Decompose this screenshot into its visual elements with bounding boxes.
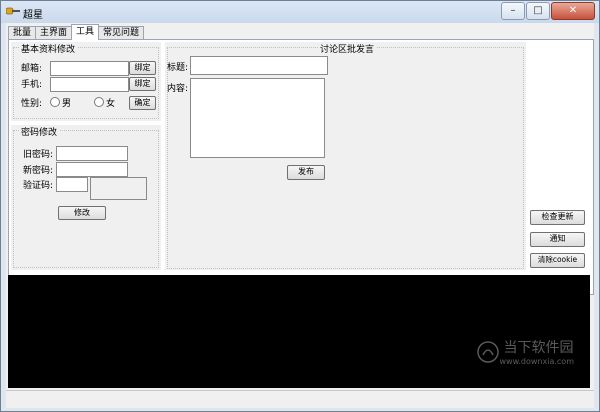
new-password-label: 新密码: <box>23 166 54 176</box>
phone-bind-button[interactable]: 绑定 <box>129 77 156 91</box>
forum-content-textarea[interactable] <box>190 78 325 158</box>
watermark-logo-icon <box>477 340 500 363</box>
male-radio[interactable] <box>50 97 60 107</box>
notice-button[interactable]: 通知 <box>530 232 585 247</box>
forum-group-title: 讨论区批发言 <box>318 42 377 55</box>
tab-batch[interactable]: 批量 <box>8 26 37 40</box>
forum-title-label: 标题: <box>167 63 189 73</box>
watermark: 当下软件园 www.downxia.com <box>477 337 574 366</box>
forum-post-button[interactable]: 发布 <box>287 165 325 180</box>
captcha-image[interactable] <box>90 177 147 200</box>
forum-group: 讨论区批发言 标题: 内容: 发布 <box>165 42 526 270</box>
profile-group: 基本资料修改 邮箱: 绑定 手机: 绑定 性别: 男 女 确定 <box>11 42 161 121</box>
old-password-label: 旧密码: <box>23 150 54 160</box>
app-window: 超星 – □ ✕ 批量 主界面 工具 常见问题 基本资料修改 邮箱: 绑定 手机… <box>0 0 600 412</box>
email-bind-button[interactable]: 绑定 <box>129 61 156 75</box>
minimize-button[interactable]: – <box>501 2 525 20</box>
password-group: 密码修改 旧密码: 新密码: 验证码: 修改 <box>11 125 161 270</box>
email-input[interactable] <box>50 61 129 76</box>
status-bar <box>6 390 594 408</box>
client-area: 批量 主界面 工具 常见问题 基本资料修改 邮箱: 绑定 手机: 绑定 性别: … <box>6 23 594 408</box>
tab-main[interactable]: 主界面 <box>35 26 73 40</box>
watermark-url: www.downxia.com <box>499 357 574 366</box>
phone-label: 手机: <box>21 80 43 90</box>
clear-cookie-button[interactable]: 清除cookie <box>530 253 585 268</box>
profile-group-title: 基本资料修改 <box>19 42 78 55</box>
captcha-input[interactable] <box>56 177 88 192</box>
log-console[interactable]: 当下软件园 www.downxia.com <box>8 275 590 388</box>
maximize-button[interactable]: □ <box>526 2 550 20</box>
phone-input[interactable] <box>50 77 129 92</box>
email-label: 邮箱: <box>21 64 43 74</box>
forum-title-input[interactable] <box>190 56 328 75</box>
tab-bar: 批量 主界面 工具 常见问题 <box>8 24 145 40</box>
tools-tab-panel: 基本资料修改 邮箱: 绑定 手机: 绑定 性别: 男 女 确定 密码修改 旧密码… <box>8 39 594 295</box>
close-button[interactable]: ✕ <box>551 2 595 20</box>
password-group-title: 密码修改 <box>19 125 60 138</box>
new-password-input[interactable] <box>56 162 128 177</box>
check-update-button[interactable]: 检查更新 <box>530 210 585 225</box>
tab-faq[interactable]: 常见问题 <box>98 26 145 40</box>
window-title: 超星 <box>23 10 43 21</box>
gender-confirm-button[interactable]: 确定 <box>129 96 156 110</box>
old-password-input[interactable] <box>56 146 128 161</box>
title-bar: 超星 – □ ✕ <box>1 1 599 23</box>
female-radio[interactable] <box>94 97 104 107</box>
forum-content-label: 内容: <box>167 84 189 94</box>
password-submit-button[interactable]: 修改 <box>58 206 106 220</box>
male-label: 男 <box>62 99 72 109</box>
captcha-label: 验证码: <box>23 181 54 191</box>
tab-tools[interactable]: 工具 <box>71 24 100 40</box>
app-key-icon <box>6 7 20 15</box>
gender-label: 性别: <box>21 99 43 109</box>
female-label: 女 <box>106 99 116 109</box>
watermark-text: 当下软件园 <box>503 340 574 356</box>
